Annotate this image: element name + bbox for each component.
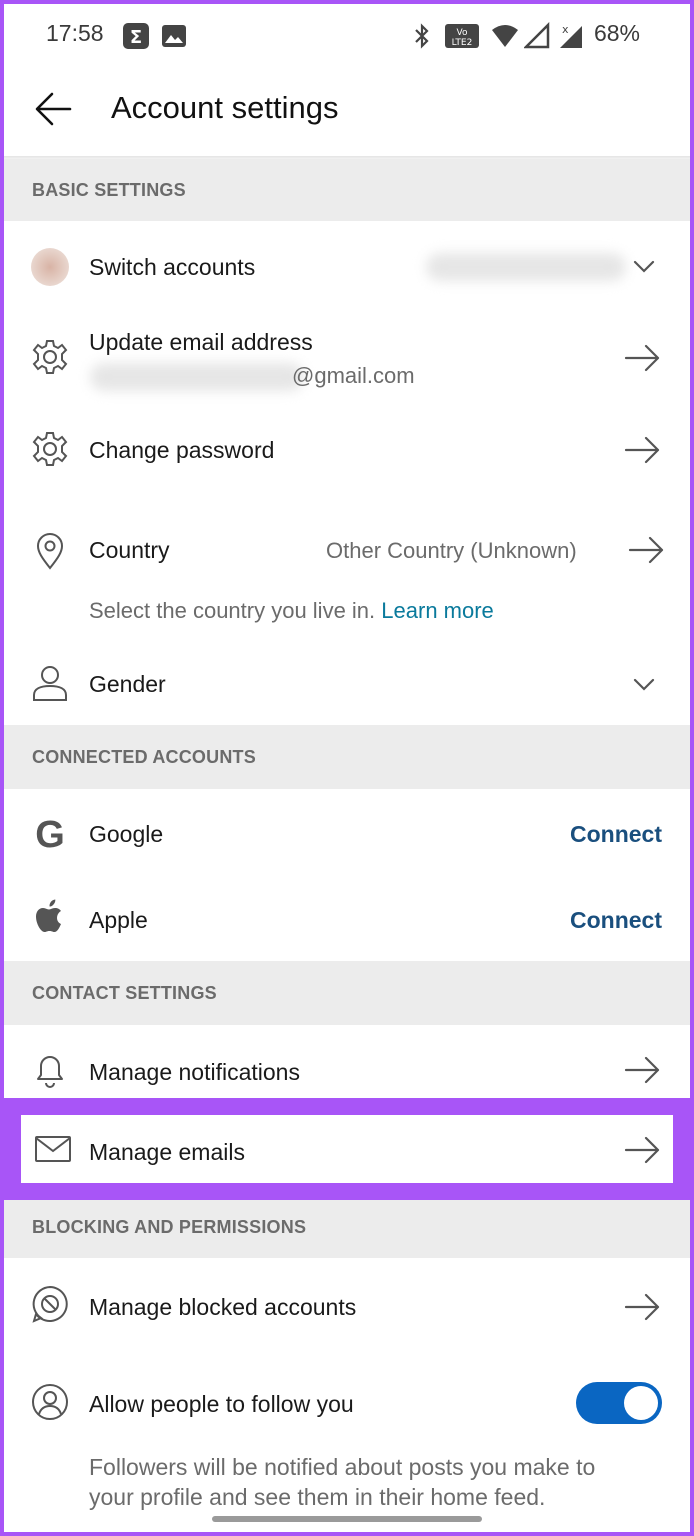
signal-x-icon: x [556, 22, 584, 55]
image-icon [160, 22, 188, 55]
svg-text:LTE2: LTE2 [452, 38, 473, 48]
redacted-account-name [426, 253, 626, 281]
gender-label: Gender [89, 671, 166, 697]
apple-connect-button[interactable]: Connect [570, 907, 662, 934]
avatar [30, 247, 70, 287]
email-domain: @gmail.com [292, 363, 415, 388]
allow-follow-row: Allow people to follow you Followers wil… [4, 1354, 690, 1532]
follow-hint-line1: Followers will be notified about posts y… [89, 1454, 596, 1480]
manage-blocked-row[interactable]: Manage blocked accounts [4, 1258, 690, 1354]
screen: 17:58 Σ Vo LTE2 x 68% Account settings B… [4, 4, 690, 1532]
page-title: Account settings [111, 90, 339, 125]
manage-emails-row[interactable]: Manage emails [21, 1115, 673, 1183]
wifi-icon [490, 22, 520, 55]
app-header: Account settings [4, 66, 690, 158]
country-value: Other Country (Unknown) [326, 538, 577, 563]
status-time: 17:58 [46, 20, 104, 46]
apple-row: Apple Connect [4, 875, 690, 961]
follow-hint-line2: your profile and see them in their home … [89, 1484, 546, 1510]
signal-icon [522, 21, 550, 55]
change-password-row[interactable]: Change password [4, 405, 690, 493]
allow-follow-label: Allow people to follow you [89, 1391, 354, 1417]
apple-label: Apple [89, 907, 148, 933]
update-email-row[interactable]: Update email address @gmail.com [4, 313, 690, 405]
google-icon: G [30, 813, 70, 856]
google-connect-button[interactable]: Connect [570, 821, 662, 848]
switch-accounts-row[interactable]: Switch accounts [4, 221, 690, 313]
blocked-icon [30, 1284, 70, 1324]
arrow-right-icon[interactable] [624, 1135, 662, 1165]
volte-icon: Vo LTE2 [444, 22, 480, 55]
home-indicator[interactable] [212, 1516, 482, 1522]
google-label: Google [89, 821, 164, 847]
svg-text:Vo: Vo [457, 28, 468, 38]
learn-more-link[interactable]: Learn more [381, 598, 494, 623]
location-pin-icon [30, 531, 70, 571]
svg-text:Σ: Σ [130, 27, 142, 48]
google-row: G Google Connect [4, 789, 690, 875]
manage-notifications-row[interactable]: Manage notifications [4, 1025, 690, 1098]
update-email-label: Update email address [89, 329, 313, 355]
gear-icon [30, 429, 70, 469]
switch-accounts-label: Switch accounts [89, 254, 256, 280]
manage-notifications-label: Manage notifications [89, 1059, 300, 1085]
bluetooth-icon [412, 22, 432, 55]
manage-blocked-label: Manage blocked accounts [89, 1294, 357, 1320]
country-row[interactable]: Country Other Country (Unknown) Select t… [4, 493, 690, 643]
arrow-right-icon[interactable] [624, 343, 662, 373]
allow-follow-toggle[interactable] [576, 1382, 662, 1424]
person-circle-icon [30, 1382, 70, 1422]
arrow-right-icon[interactable] [624, 1055, 662, 1085]
change-password-label: Change password [89, 437, 275, 463]
arrow-left-icon[interactable] [32, 88, 74, 130]
svg-text:G: G [35, 814, 65, 853]
gear-icon [30, 337, 70, 377]
envelope-icon [33, 1129, 73, 1169]
manage-emails-label: Manage emails [89, 1139, 245, 1165]
toggle-knob [624, 1386, 658, 1420]
battery-percent: 68% [593, 20, 640, 46]
apple-icon [30, 897, 70, 937]
bell-icon [30, 1049, 70, 1089]
redacted-email [90, 363, 304, 391]
section-header-contact: CONTACT SETTINGS [4, 961, 690, 1025]
section-header-basic: BASIC SETTINGS [4, 159, 690, 221]
status-bar: 17:58 Σ Vo LTE2 x 68% [4, 4, 690, 66]
country-label: Country [89, 537, 170, 563]
section-header-connected: CONNECTED ACCOUNTS [4, 725, 690, 789]
sigma-icon: Σ [122, 22, 150, 55]
country-hint-text: Select the country you live in. [89, 598, 376, 623]
section-header-blocking: BLOCKING AND PERMISSIONS [4, 1200, 690, 1258]
country-hint: Select the country you live in. Learn mo… [89, 598, 494, 624]
person-icon [30, 663, 70, 703]
svg-text:x: x [562, 23, 569, 36]
arrow-right-icon[interactable] [624, 435, 662, 465]
arrow-right-icon[interactable] [628, 535, 666, 565]
gender-row[interactable]: Gender [4, 643, 690, 725]
arrow-right-icon[interactable] [624, 1292, 662, 1322]
chevron-down-icon[interactable] [632, 259, 656, 275]
chevron-down-icon[interactable] [632, 677, 656, 693]
